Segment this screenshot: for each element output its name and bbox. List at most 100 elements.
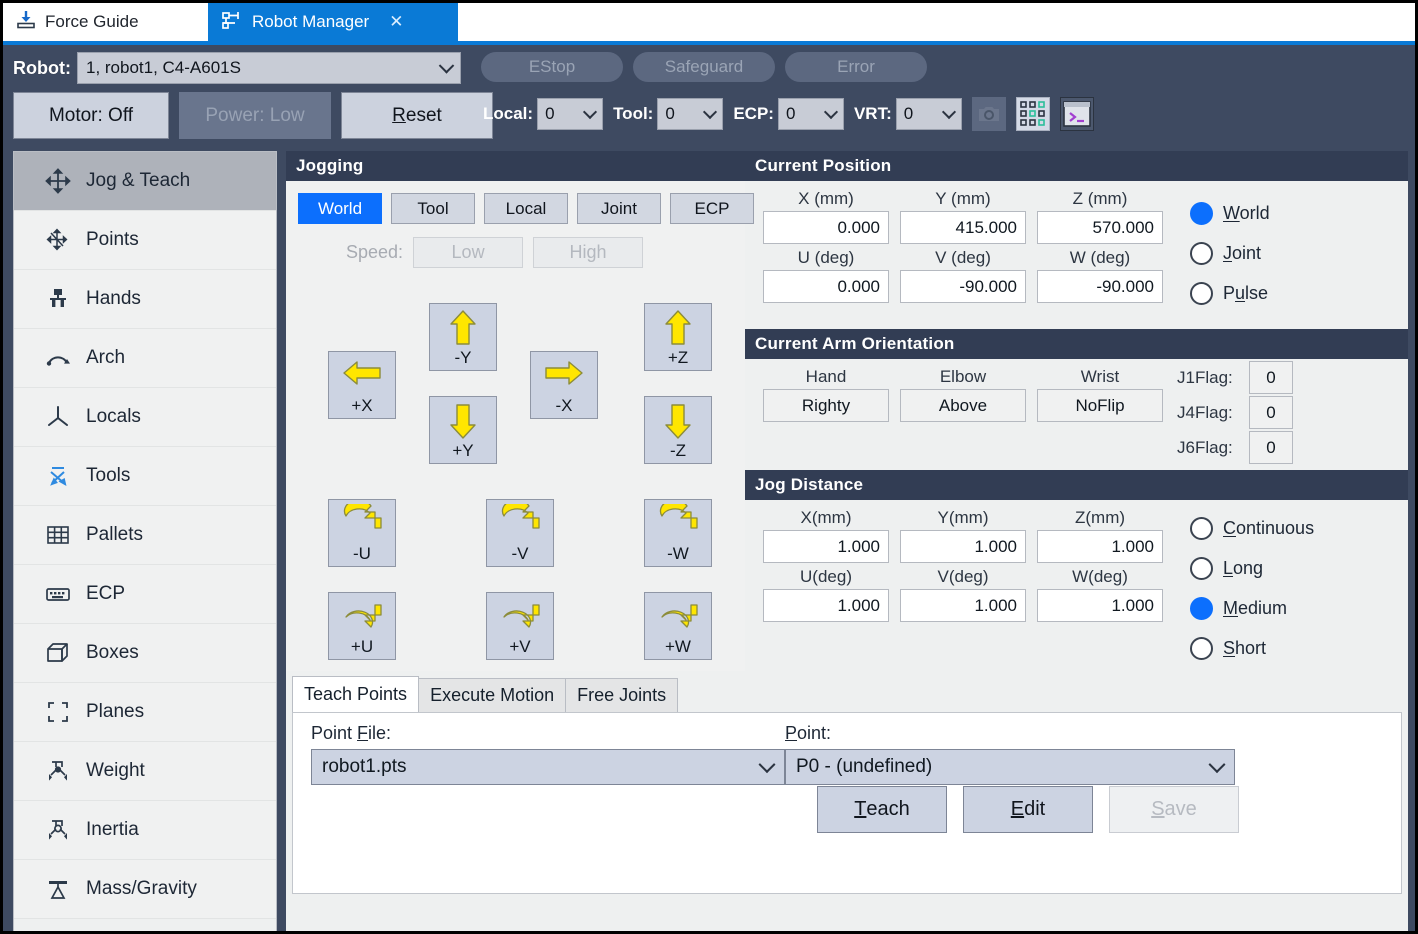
jog-minus-x-button[interactable]: -X bbox=[530, 351, 598, 419]
jog-mode-medium[interactable]: Medium bbox=[1190, 588, 1314, 628]
coord-tab-local[interactable]: Local bbox=[484, 193, 568, 224]
weight-robot-icon bbox=[44, 757, 72, 785]
coord-tab-joint[interactable]: Joint bbox=[577, 193, 661, 224]
jog-z-input[interactable]: 1.000 bbox=[1037, 530, 1163, 563]
pallet-grid-icon bbox=[44, 521, 72, 549]
vrt-select[interactable]: 0 bbox=[896, 98, 962, 130]
elbow-label: Elbow bbox=[900, 367, 1026, 387]
sidebar-item-locals[interactable]: Locals bbox=[14, 388, 276, 447]
point-file-select[interactable]: robot1.pts bbox=[311, 749, 785, 785]
camera-icon[interactable] bbox=[972, 97, 1006, 131]
sidebar-item-points[interactable]: Points bbox=[14, 211, 276, 270]
robot-selector-row: Robot: 1, robot1, C4-A601S bbox=[13, 52, 461, 84]
jog-mode-short[interactable]: Short bbox=[1190, 628, 1314, 668]
teach-panel: Teach Points Execute Motion Free Joints … bbox=[292, 678, 1402, 928]
arrow-down-icon bbox=[661, 401, 695, 441]
tab-force-guide[interactable]: Force Guide bbox=[3, 3, 208, 41]
sidebar-item-weight[interactable]: Weight bbox=[14, 742, 276, 801]
tab-teach-points[interactable]: Teach Points bbox=[292, 676, 419, 712]
vision-grid-icon[interactable] bbox=[1016, 97, 1050, 131]
jog-minus-v-button[interactable]: -V bbox=[486, 499, 554, 567]
position-mode-pulse[interactable]: Pulse bbox=[1190, 273, 1270, 313]
position-mode-joint[interactable]: Joint bbox=[1190, 233, 1270, 273]
jog-plus-y-button[interactable]: +Y bbox=[429, 396, 497, 464]
tool-axes-icon bbox=[44, 462, 72, 490]
close-icon[interactable]: ✕ bbox=[389, 12, 403, 32]
position-mode-world[interactable]: World bbox=[1190, 193, 1270, 233]
sidebar-item-jog-teach[interactable]: Jog & Teach bbox=[14, 152, 276, 211]
motor-toggle-button[interactable]: Motor: Off bbox=[13, 92, 169, 139]
coord-tab-ecp[interactable]: ECP bbox=[670, 193, 754, 224]
jog-minus-u-button[interactable]: -U bbox=[328, 499, 396, 567]
sidebar-item-hands[interactable]: Hands bbox=[14, 270, 276, 329]
jog-mode-continuous[interactable]: Continuous bbox=[1190, 508, 1314, 548]
jog-plus-u-button[interactable]: +U bbox=[328, 592, 396, 660]
sidebar-item-tools[interactable]: Tools bbox=[14, 447, 276, 506]
u-deg-label: U (deg) bbox=[763, 248, 889, 268]
jog-button-label: -Y bbox=[455, 348, 472, 368]
tab-label: Robot Manager bbox=[252, 12, 369, 32]
sidebar-item-arch[interactable]: Arch bbox=[14, 329, 276, 388]
jog-button-label: +Y bbox=[452, 441, 473, 461]
sidebar-item-label: Planes bbox=[86, 701, 144, 723]
coordinate-system-tabs: World Tool Local Joint ECP bbox=[286, 181, 745, 224]
chevron-down-icon bbox=[703, 105, 717, 119]
sidebar-item-inertia[interactable]: Inertia bbox=[14, 801, 276, 860]
tab-robot-manager[interactable]: Robot Manager ✕ bbox=[208, 3, 458, 41]
arrow-down-icon bbox=[446, 401, 480, 441]
jog-minus-y-button[interactable]: -Y bbox=[429, 303, 497, 371]
command-window-icon[interactable] bbox=[1060, 97, 1094, 131]
jog-x-input[interactable]: 1.000 bbox=[763, 530, 889, 563]
sidebar-item-ecp[interactable]: ECP bbox=[14, 565, 276, 624]
current-y-value: 415.000 bbox=[900, 211, 1026, 244]
main-toolbar: Robot: 1, robot1, C4-A601S EStop Safegua… bbox=[3, 45, 1415, 149]
teach-button[interactable]: Teach bbox=[817, 786, 947, 833]
jog-plus-w-button[interactable]: +W bbox=[644, 592, 712, 660]
point-select[interactable]: P0 - (undefined) bbox=[785, 749, 1235, 785]
jog-plus-z-button[interactable]: +Z bbox=[644, 303, 712, 371]
local-axes-icon bbox=[44, 403, 72, 431]
tool-select-value: 0 bbox=[665, 104, 674, 124]
arrow-right-icon bbox=[542, 356, 586, 390]
jog-minus-z-button[interactable]: -Z bbox=[644, 396, 712, 464]
reset-button[interactable]: Reset bbox=[341, 92, 493, 139]
rotate-cw-icon bbox=[657, 597, 699, 629]
radio-icon bbox=[1190, 202, 1213, 225]
sidebar-item-planes[interactable]: Planes bbox=[14, 683, 276, 742]
plane-square-icon bbox=[44, 698, 72, 726]
sidebar-item-boxes[interactable]: Boxes bbox=[14, 624, 276, 683]
ecp-select[interactable]: 0 bbox=[778, 98, 844, 130]
radio-icon bbox=[1190, 637, 1213, 660]
tool-select[interactable]: 0 bbox=[657, 98, 723, 130]
jog-x-label: X(mm) bbox=[763, 508, 889, 528]
jog-v-input[interactable]: 1.000 bbox=[900, 589, 1026, 622]
jog-w-input[interactable]: 1.000 bbox=[1037, 589, 1163, 622]
jog-plus-v-button[interactable]: +V bbox=[486, 592, 554, 660]
tab-execute-motion[interactable]: Execute Motion bbox=[418, 678, 566, 712]
position-mode-label: Joint bbox=[1223, 243, 1261, 264]
jog-y-input[interactable]: 1.000 bbox=[900, 530, 1026, 563]
local-select[interactable]: 0 bbox=[537, 98, 603, 130]
jog-minus-w-button[interactable]: -W bbox=[644, 499, 712, 567]
jog-plus-x-button[interactable]: +X bbox=[328, 351, 396, 419]
j1flag-value: 0 bbox=[1249, 361, 1293, 394]
point-file-label: Point File: bbox=[311, 723, 785, 744]
window-tab-strip: Force Guide Robot Manager ✕ bbox=[3, 3, 1415, 41]
arrow-up-icon bbox=[446, 308, 480, 348]
point-value: P0 - (undefined) bbox=[796, 756, 932, 778]
edit-button[interactable]: Edit bbox=[963, 786, 1093, 833]
jog-u-input[interactable]: 1.000 bbox=[763, 589, 889, 622]
sidebar-item-label: Locals bbox=[86, 406, 141, 428]
w-deg-label: W (deg) bbox=[1037, 248, 1163, 268]
power-toggle-button: Power: Low bbox=[179, 92, 331, 139]
tab-free-joints[interactable]: Free Joints bbox=[565, 678, 678, 712]
teach-tab-strip: Teach Points Execute Motion Free Joints bbox=[292, 678, 1402, 712]
coord-tab-tool[interactable]: Tool bbox=[391, 193, 475, 224]
jog-mode-long[interactable]: Long bbox=[1190, 548, 1314, 588]
sidebar-item-pallets[interactable]: Pallets bbox=[14, 506, 276, 565]
sidebar-item-label: Mass/Gravity bbox=[86, 878, 197, 900]
wrist-label: Wrist bbox=[1037, 367, 1163, 387]
coord-tab-world[interactable]: World bbox=[298, 193, 382, 224]
sidebar-item-mass-gravity[interactable]: Mass/Gravity bbox=[14, 860, 276, 919]
robot-select[interactable]: 1, robot1, C4-A601S bbox=[77, 52, 461, 84]
